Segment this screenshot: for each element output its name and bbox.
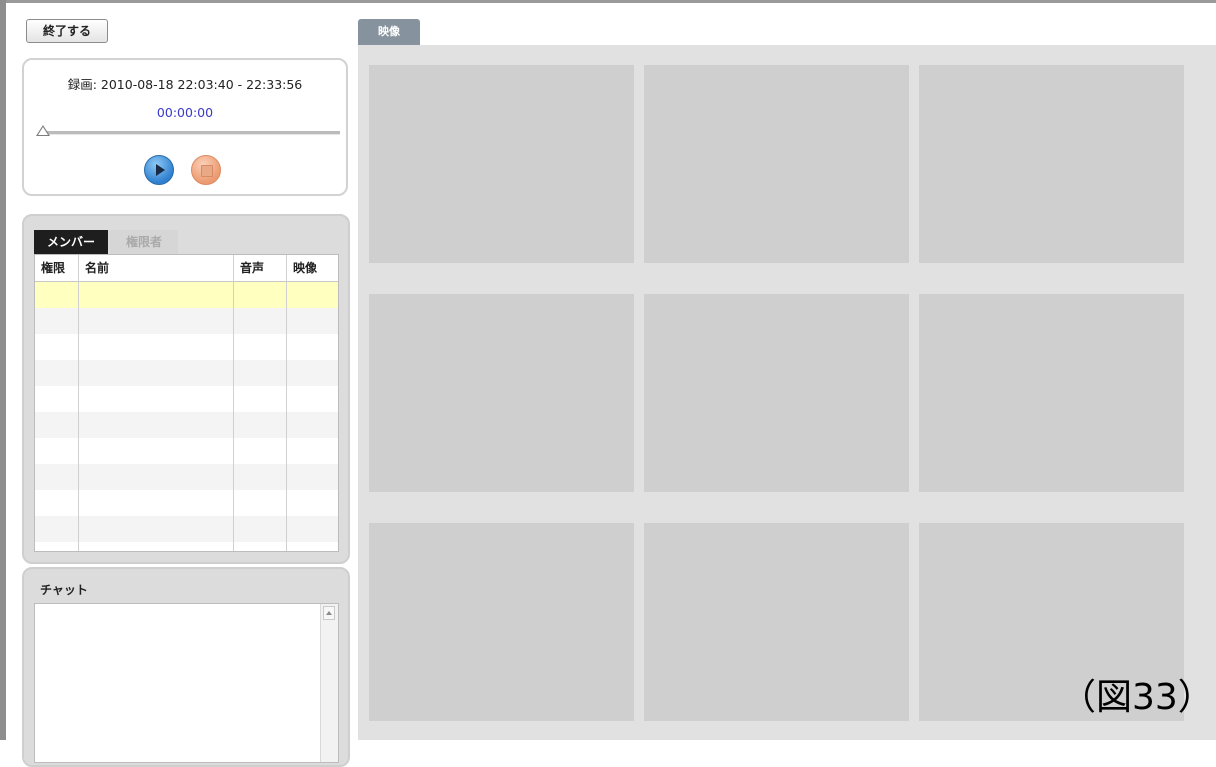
table-row[interactable] [35, 438, 338, 464]
video-slot[interactable] [369, 294, 634, 492]
stop-button[interactable] [191, 155, 221, 185]
table-row[interactable] [35, 516, 338, 542]
video-slot[interactable] [644, 294, 909, 492]
video-slot[interactable] [919, 294, 1184, 492]
seek-handle[interactable] [36, 125, 50, 136]
recording-range: 録画: 2010-08-18 22:03:40 - 22:33:56 [67, 77, 303, 92]
video-slot[interactable] [369, 65, 634, 263]
tab-authorized[interactable]: 権限者 [110, 230, 178, 254]
table-row[interactable] [35, 412, 338, 438]
table-row[interactable] [35, 334, 338, 360]
play-button[interactable] [144, 155, 174, 185]
video-grid [358, 45, 1216, 740]
video-slot[interactable] [644, 523, 909, 721]
chat-title: チャット [40, 583, 88, 597]
column-divider [286, 255, 287, 551]
column-permission[interactable]: 権限 [35, 255, 79, 281]
member-table: 権限 名前 音声 映像 [34, 254, 339, 552]
table-header: 権限 名前 音声 映像 [35, 255, 338, 282]
column-audio[interactable]: 音声 [234, 255, 287, 281]
playback-panel: 録画: 2010-08-18 22:03:40 - 22:33:56 00:00… [22, 58, 348, 196]
stop-icon [201, 165, 213, 177]
seek-bar[interactable] [40, 131, 340, 135]
scroll-up-arrow-icon[interactable] [323, 606, 335, 620]
column-divider [233, 255, 234, 551]
table-row[interactable] [35, 490, 338, 516]
table-row[interactable] [35, 464, 338, 490]
figure-caption: （図33） [1060, 677, 1214, 718]
chat-log[interactable] [34, 603, 339, 763]
play-icon [156, 164, 165, 176]
chat-panel: チャット [22, 567, 350, 767]
table-row[interactable] [35, 386, 338, 412]
column-name[interactable]: 名前 [79, 255, 234, 281]
member-panel: メンバー 権限者 権限 名前 音声 映像 [22, 214, 350, 564]
table-row[interactable] [35, 308, 338, 334]
window-top-border [0, 0, 1216, 3]
playback-time: 00:00:00 [156, 105, 214, 120]
column-divider [78, 255, 79, 551]
window-left-border [0, 0, 6, 740]
end-button[interactable]: 終了する [26, 19, 108, 43]
column-video[interactable]: 映像 [287, 255, 338, 281]
chat-scrollbar[interactable] [320, 604, 338, 762]
video-slot[interactable] [919, 65, 1184, 263]
tab-video[interactable]: 映像 [358, 19, 420, 45]
tab-members[interactable]: メンバー [34, 230, 108, 254]
table-row[interactable] [35, 360, 338, 386]
video-slot[interactable] [369, 523, 634, 721]
table-row[interactable] [35, 282, 338, 308]
video-slot[interactable] [644, 65, 909, 263]
